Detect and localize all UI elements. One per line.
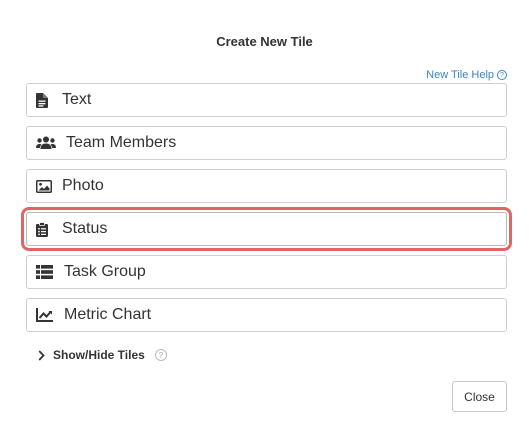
clipboard-icon [36, 221, 56, 237]
chevron-right-icon [38, 349, 45, 361]
image-icon [36, 178, 56, 194]
tile-option-status[interactable]: Status [21, 207, 512, 251]
tile-label: Status [62, 220, 108, 237]
help-icon: ? [497, 70, 507, 80]
show-hide-tiles-label: Show/Hide Tiles [53, 348, 145, 362]
users-icon [36, 135, 60, 151]
show-hide-tiles-toggle[interactable]: Show/Hide Tiles ? [38, 348, 167, 362]
create-tile-dialog: Create New Tile New Tile Help ? Text Tea… [0, 0, 529, 434]
close-button[interactable]: Close [452, 381, 507, 412]
list-icon [36, 264, 58, 280]
tile-option-photo[interactable]: Photo [26, 169, 507, 203]
line-chart-icon [36, 307, 58, 323]
tile-label: Team Members [66, 134, 177, 151]
dialog-title: Create New Tile [216, 34, 313, 49]
help-link-label: New Tile Help [426, 69, 494, 81]
tile-option-task-group[interactable]: Task Group [26, 255, 507, 289]
help-icon[interactable]: ? [154, 349, 167, 361]
tile-option-text[interactable]: Text [26, 83, 507, 117]
tile-label: Photo [62, 177, 104, 194]
tile-option-metric-chart[interactable]: Metric Chart [26, 298, 507, 332]
tile-label: Text [62, 91, 92, 108]
tile-label: Task Group [64, 263, 146, 280]
file-text-icon [36, 92, 56, 108]
tile-label: Metric Chart [64, 306, 152, 323]
new-tile-help-link[interactable]: New Tile Help ? [426, 69, 507, 81]
tile-option-team-members[interactable]: Team Members [26, 126, 507, 160]
